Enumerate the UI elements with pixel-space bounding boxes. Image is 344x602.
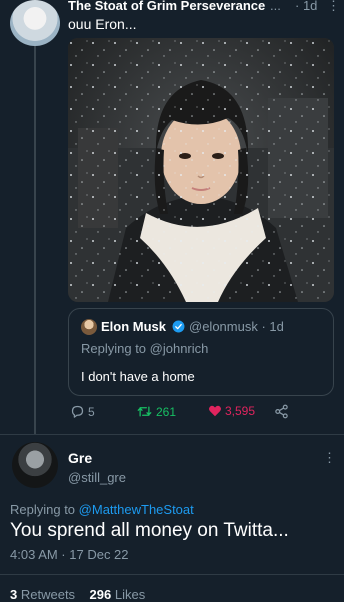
reply-timestamp[interactable]: 4:03 AM · 17 Dec 22: [10, 547, 129, 562]
reply-count: 5: [88, 404, 95, 419]
nested-quote-card[interactable]: Elon Musk @elonmusk · 1d Replying to @jo…: [68, 308, 334, 396]
divider: [0, 574, 344, 575]
retweets-stat[interactable]: 3 Retweets: [10, 587, 75, 602]
reply-author-avatar[interactable]: [12, 442, 58, 488]
tweet-text: ouu Eron...: [68, 16, 137, 32]
reply-author-name[interactable]: Gre: [68, 450, 92, 466]
reply-icon: [71, 405, 84, 418]
reply-button[interactable]: 5: [70, 404, 95, 419]
author-name-ellipsis: ...: [270, 0, 281, 13]
heart-icon: [209, 405, 221, 417]
share-button[interactable]: [274, 404, 289, 419]
thread-line: [34, 46, 36, 434]
likes-stat-count: 296: [89, 587, 112, 602]
nested-quote-text: I don't have a home: [81, 369, 195, 384]
replying-to-label: Replying to: [10, 502, 76, 517]
nested-quote-reply-to: Replying to @johnrich: [81, 341, 209, 356]
author-name[interactable]: The Stoat of Grim Perseverance: [68, 0, 265, 13]
photo-image: [68, 38, 334, 302]
engagement-stats: 3 Retweets 296 Likes: [10, 587, 145, 602]
tweet-time[interactable]: · 1d: [295, 0, 317, 13]
verified-badge-icon: [172, 320, 185, 333]
reply-text: You sprend all money on Twitta...: [10, 520, 289, 541]
more-options-button[interactable]: ⋮: [323, 450, 336, 466]
more-options-button[interactable]: ⋮: [327, 0, 340, 14]
replying-to-mention[interactable]: @MatthewTheStoat: [79, 502, 194, 517]
replying-to: Replying to @MatthewTheStoat: [10, 502, 194, 517]
retweet-count: 261: [156, 404, 177, 419]
like-button[interactable]: 3,595: [208, 404, 255, 418]
likes-stat[interactable]: 296 Likes: [90, 587, 146, 602]
nested-quote-avatar: [81, 319, 97, 335]
likes-stat-label: Likes: [114, 587, 146, 602]
tweet-photo[interactable]: [68, 38, 334, 302]
like-count: 3,595: [225, 404, 256, 418]
reply-author-handle[interactable]: @still_gre: [68, 470, 126, 485]
nested-quote-handle: @elonmusk · 1d: [189, 319, 284, 334]
nested-quote-name: Elon Musk: [101, 319, 167, 334]
author-avatar[interactable]: [10, 0, 60, 46]
retweet-icon: [137, 406, 152, 417]
retweet-button[interactable]: 261: [136, 404, 176, 419]
share-icon: [275, 404, 288, 419]
retweets-stat-count: 3: [10, 587, 18, 602]
retweets-stat-label: Retweets: [20, 587, 76, 602]
divider: [0, 434, 344, 435]
